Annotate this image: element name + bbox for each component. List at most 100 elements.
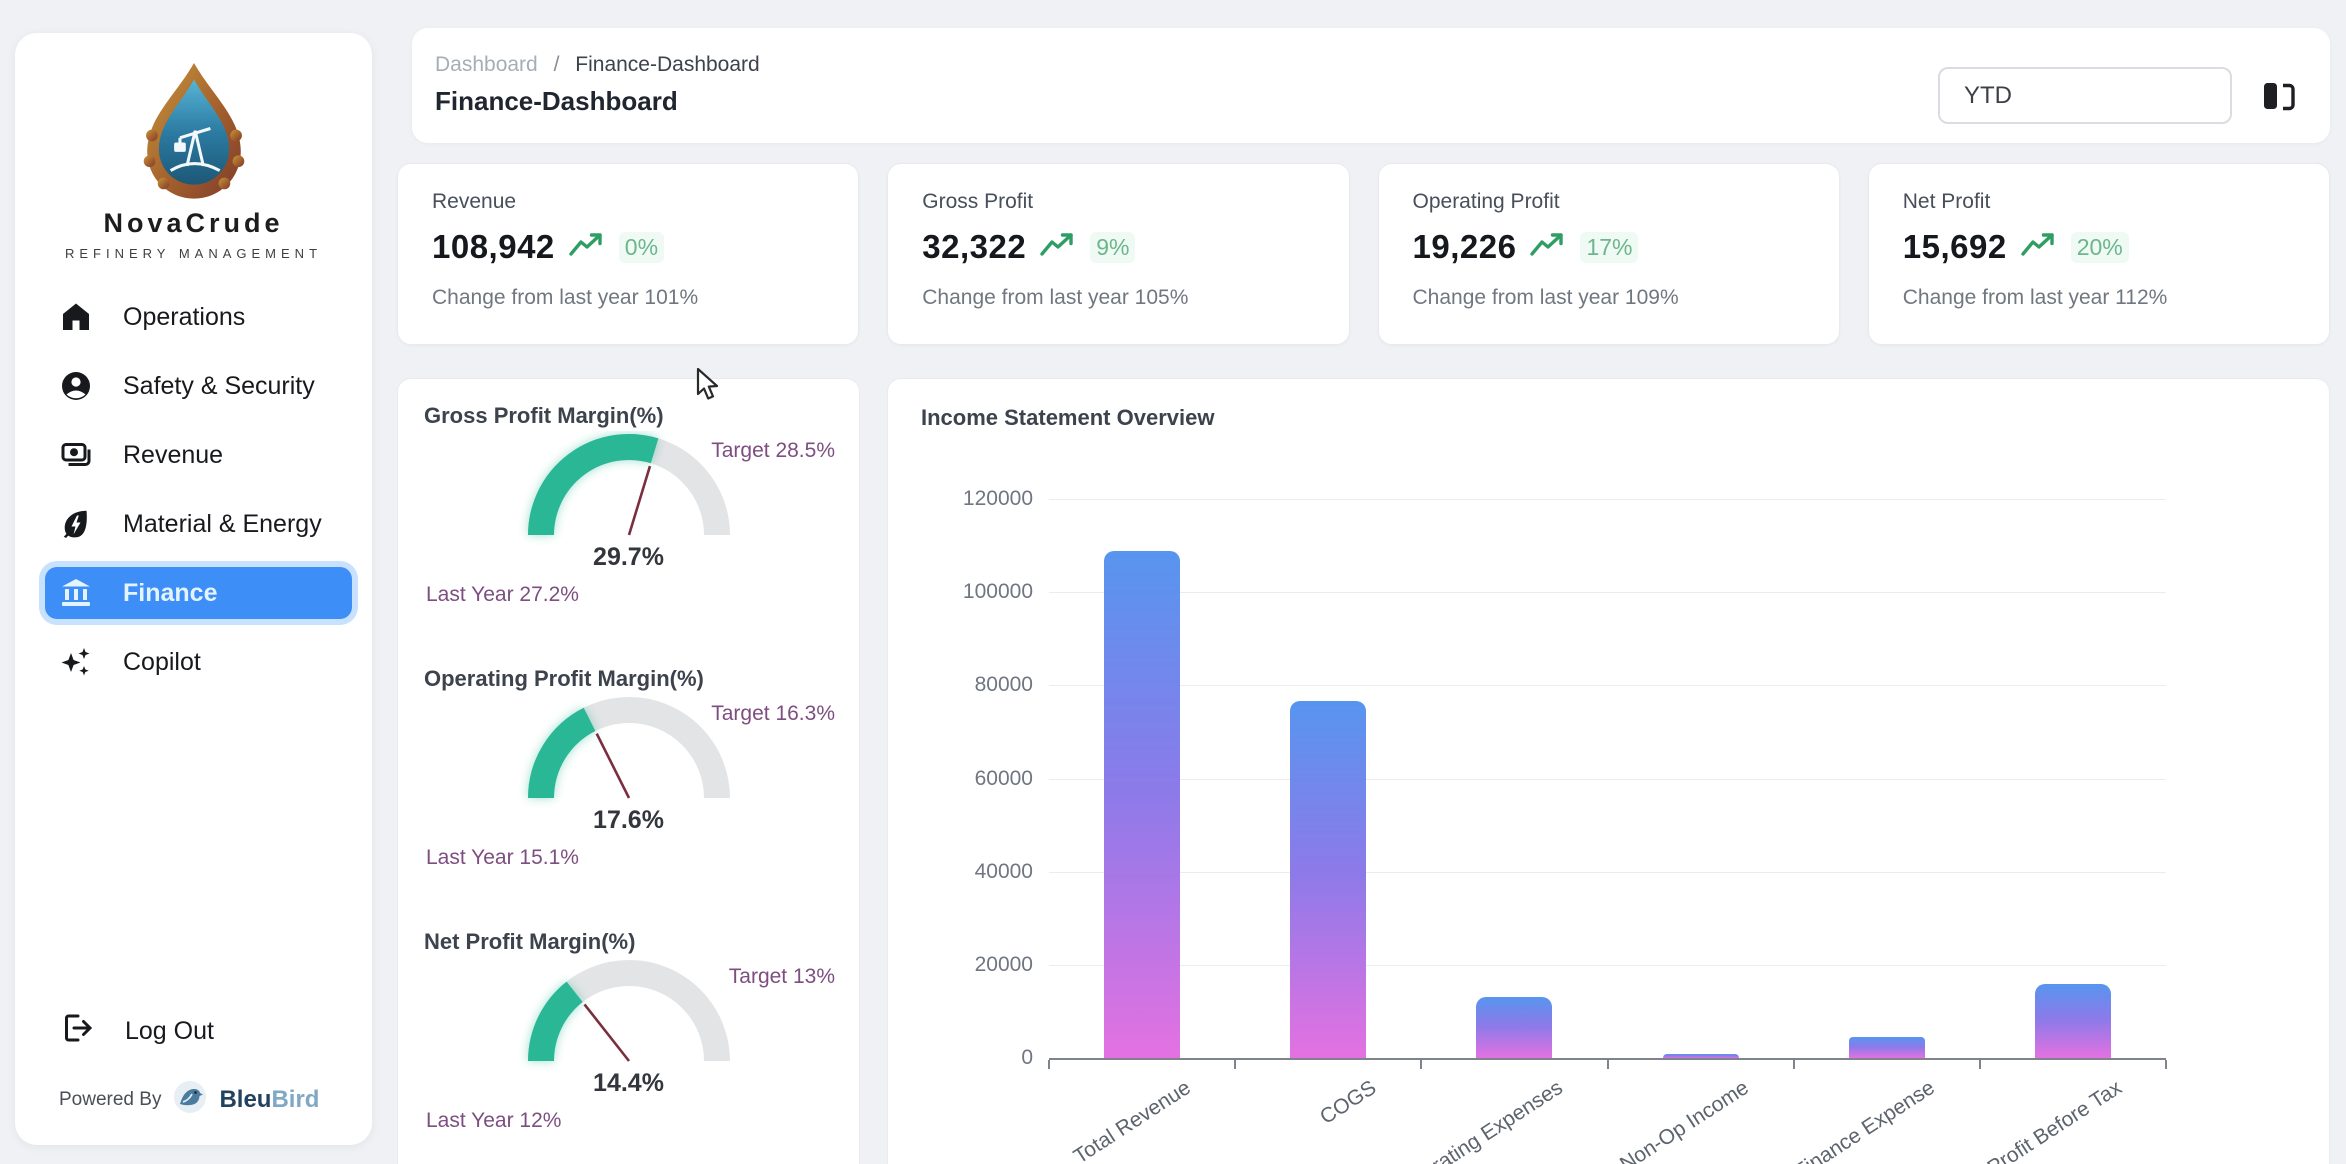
breadcrumb-current: Finance-Dashboard: [575, 53, 759, 76]
x-tick: [1420, 1060, 1422, 1069]
kpi-trend-pct: 20%: [2071, 232, 2129, 263]
sidebar-item-operations[interactable]: Operations: [45, 291, 352, 343]
x-tick: [1979, 1060, 1981, 1069]
x-category-label: Net Profit Before Tax: [1951, 1076, 2126, 1164]
gauge-lastyear-label: Last Year 15.1%: [426, 846, 579, 870]
kpi-footnote: Change from last year 112%: [1903, 286, 2295, 310]
x-tick: [2165, 1060, 2167, 1069]
finance-dashboard-page: { "page": { "background": "#eff1f4" }, "…: [0, 0, 2346, 1164]
income-statement-panel: Income Statement Overview 02000040000600…: [887, 378, 2330, 1164]
logo-subtitle: REFINERY MANAGEMENT: [15, 246, 372, 261]
gauge-dial: [509, 957, 749, 1077]
x-tick: [1793, 1060, 1795, 1069]
gridline: [1049, 685, 2166, 686]
sidebar-item-label: Operations: [123, 303, 245, 332]
sidebar-item-safety-security[interactable]: Safety & Security: [45, 360, 352, 412]
y-tick-label: 120000: [919, 487, 1033, 511]
y-tick-label: 20000: [919, 953, 1033, 977]
kpi-value: 19,226: [1413, 228, 1517, 266]
gauge-net-profit-margin: Net Profit Margin(%) Target 13% 14.4% La…: [398, 913, 859, 1164]
gauge-value-label: 17.6%: [398, 806, 859, 835]
sidebar-item-copilot[interactable]: Copilot: [45, 636, 352, 688]
sidebar-item-label: Copilot: [123, 648, 201, 677]
kpi-trend-pct: 0%: [619, 232, 664, 263]
kpi-card-operating-profit: Operating Profit 19,226 17% Change from …: [1378, 163, 1840, 345]
bar-operating-expenses: [1476, 997, 1552, 1058]
kpi-card-gross-profit: Gross Profit 32,322 9% Change from last …: [887, 163, 1349, 345]
sidebar-item-revenue[interactable]: Revenue: [45, 429, 352, 481]
kpi-footnote: Change from last year 105%: [922, 286, 1314, 310]
energy-leaf-icon: [59, 506, 95, 542]
kpi-label: Gross Profit: [922, 190, 1314, 214]
x-tick: [1234, 1060, 1236, 1069]
bleubird-brand-name: BleuBird: [219, 1086, 319, 1114]
y-tick-label: 40000: [919, 860, 1033, 884]
margin-gauges-panel: Gross Profit Margin(%) Target 28.5% 29.7…: [397, 378, 860, 1164]
gauge-value-arc: [541, 992, 575, 1061]
sidebar-item-label: Revenue: [123, 441, 223, 470]
gauge-needle: [596, 734, 628, 798]
kpi-footnote: Change from last year 109%: [1413, 286, 1805, 310]
sidebar-item-finance[interactable]: Finance: [45, 567, 352, 619]
period-select[interactable]: YTD: [1938, 67, 2232, 124]
gridline: [1049, 872, 2166, 873]
gauge-gross-profit-margin: Gross Profit Margin(%) Target 28.5% 29.7…: [398, 387, 859, 640]
gauge-lastyear-label: Last Year 12%: [426, 1109, 561, 1133]
gauge-lastyear-label: Last Year 27.2%: [426, 583, 579, 607]
sidebar-item-material-energy[interactable]: Material & Energy: [45, 498, 352, 550]
gauge-value-label: 29.7%: [398, 543, 859, 572]
x-tick: [1048, 1060, 1050, 1069]
gauge-value-arc: [541, 447, 655, 535]
sidebar-item-label: Safety & Security: [123, 372, 315, 401]
payments-icon: [59, 437, 95, 473]
kpi-value: 15,692: [1903, 228, 2007, 266]
sidebar-item-label: Material & Energy: [123, 510, 322, 539]
kpi-label: Net Profit: [1903, 190, 2295, 214]
gridline: [1049, 499, 2166, 500]
mouse-cursor: [694, 368, 724, 407]
gridline: [1049, 779, 2166, 780]
y-tick-label: 60000: [919, 767, 1033, 791]
breadcrumb-separator: /: [554, 53, 560, 76]
kpi-card-net-profit: Net Profit 15,692 20% Change from last y…: [1868, 163, 2330, 345]
bar-net-profit-before-tax: [2035, 984, 2111, 1058]
trend-up-icon: [1530, 231, 1566, 263]
logout-icon: [59, 1010, 95, 1053]
bar-finance-expense: [1849, 1037, 1925, 1058]
powered-by: Powered By BleuBird: [59, 1078, 319, 1121]
bar-cogs: [1290, 701, 1366, 1058]
kpi-footnote: Change from last year 101%: [432, 286, 824, 310]
period-select-value: YTD: [1964, 82, 2012, 110]
gauge-title: Net Profit Margin(%): [424, 929, 635, 955]
gauge-value-label: 14.4%: [398, 1069, 859, 1098]
gauge-dial: [509, 431, 749, 551]
flip-compare-icon[interactable]: [2258, 75, 2300, 117]
kpi-label: Operating Profit: [1413, 190, 1805, 214]
gauge-needle: [629, 466, 650, 535]
income-statement-chart: 020000400006000080000100000120000Total R…: [888, 379, 2329, 1164]
kpi-value: 32,322: [922, 228, 1026, 266]
kpi-trend-pct: 17%: [1580, 232, 1638, 263]
bar-total-revenue: [1104, 551, 1180, 1058]
x-category-label: Operating Expenses: [1395, 1076, 1568, 1164]
y-tick-label: 0: [919, 1046, 1033, 1070]
person-circle-icon: [59, 368, 95, 404]
gridline: [1049, 592, 2166, 593]
sidebar-item-label: Finance: [123, 579, 217, 608]
gauge-title: Gross Profit Margin(%): [424, 403, 664, 429]
home-icon: [59, 299, 95, 335]
kpi-row: Revenue 108,942 0% Change from last year…: [397, 163, 2330, 345]
y-tick-label: 80000: [919, 673, 1033, 697]
trend-up-icon: [569, 231, 605, 263]
logout-button[interactable]: Log Out: [59, 1010, 214, 1053]
bar-non-op-income: [1663, 1054, 1739, 1058]
x-category-label: Finance Expense: [1791, 1076, 1940, 1164]
company-logo: NovaCrude REFINERY MANAGEMENT: [15, 33, 372, 261]
sidebar-menu: Operations Safety & Security Revenue: [15, 291, 372, 688]
kpi-label: Revenue: [432, 190, 824, 214]
trend-up-icon: [2021, 231, 2057, 263]
y-tick-label: 100000: [919, 580, 1033, 604]
bleubird-logo-icon: [171, 1078, 209, 1121]
breadcrumb-dashboard-link[interactable]: Dashboard: [435, 53, 538, 76]
page-title: Finance-Dashboard: [435, 86, 678, 117]
